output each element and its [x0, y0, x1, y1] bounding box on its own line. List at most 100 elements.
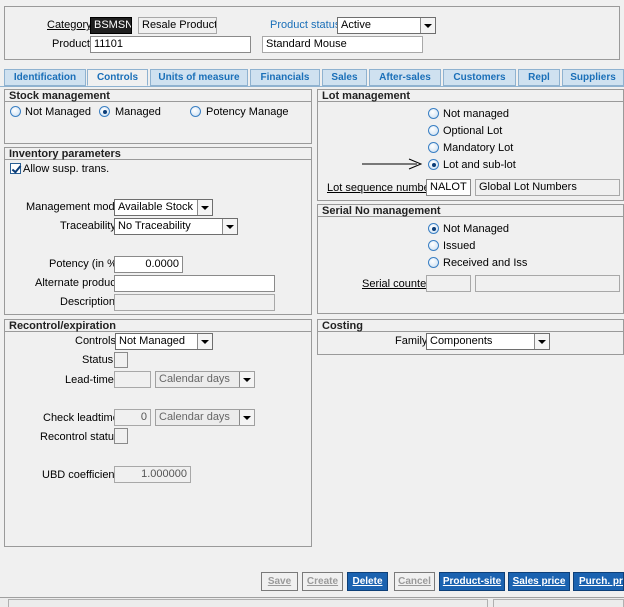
serial-received-label: Received and Iss [443, 257, 528, 269]
recontrol-status-box [114, 428, 128, 444]
stock-not-managed-label: Not Managed [25, 106, 92, 118]
stock-managed-radio[interactable] [99, 106, 110, 117]
create-button[interactable]: Create [302, 572, 343, 591]
stock-potency-label: Potency Manage [206, 106, 289, 118]
serial-issued-label: Issued [443, 240, 476, 252]
lot-not-managed-label: Not managed [443, 108, 510, 120]
potency-field[interactable]: 0.0000 [114, 256, 183, 273]
category-name-field: Resale Product [138, 17, 217, 34]
check-leadtime-unit-value: Calendar days [159, 411, 230, 423]
tab-suppliers[interactable]: Suppliers [562, 69, 624, 86]
description-label: Description [60, 296, 116, 308]
controls-label: Controls [75, 335, 116, 347]
chevron-down-icon[interactable] [534, 334, 549, 349]
tab-identification[interactable]: Identification [4, 69, 86, 86]
lot-and-sublot-radio[interactable] [428, 159, 439, 170]
family-label: Family [395, 335, 428, 347]
stock-management-title: Stock management [5, 90, 311, 102]
product-status-label: Product status [270, 19, 341, 31]
lead-time-unit-select[interactable]: Calendar days [155, 371, 255, 388]
product-name-field: Standard Mouse [262, 36, 423, 53]
arrow-right-icon [362, 158, 423, 170]
family-select[interactable]: Components [426, 333, 550, 350]
recontrol-expiration-title: Recontrol/expiration [5, 320, 311, 332]
serial-management-title: Serial No management [318, 205, 623, 217]
check-leadtime-field: 0 [114, 409, 151, 426]
cancel-button[interactable]: Cancel [394, 572, 435, 591]
alternate-product-field[interactable] [114, 275, 275, 292]
stock-potency-radio[interactable] [190, 106, 201, 117]
allow-susp-trans-label: Allow susp. trans. [23, 163, 110, 175]
serial-counter-label[interactable]: Serial counter [362, 277, 430, 291]
category-code-field[interactable]: BSMSN [90, 17, 132, 34]
management-mode-select[interactable]: Available Stock [114, 199, 213, 216]
status-label: Status [82, 354, 114, 366]
chevron-down-icon[interactable] [222, 219, 237, 234]
tab-sales[interactable]: Sales [322, 69, 367, 86]
lead-time-unit-value: Calendar days [159, 373, 230, 385]
tab-repl[interactable]: Repl [518, 69, 560, 86]
controls-value: Not Managed [119, 335, 186, 347]
chevron-down-icon[interactable] [239, 372, 254, 387]
lot-sequence-name-field: Global Lot Numbers [475, 179, 620, 196]
serial-issued-radio[interactable] [428, 240, 439, 251]
tab-after-sales[interactable]: After-sales [369, 69, 441, 86]
stock-managed-label: Managed [115, 106, 161, 118]
management-mode-label: Management mode [26, 201, 121, 213]
tab-customers[interactable]: Customers [443, 69, 516, 86]
lot-management-title: Lot management [318, 90, 623, 102]
serial-counter-name-field [475, 275, 620, 292]
product-status-value: Active [341, 19, 371, 31]
lead-time-label: Lead-time [65, 374, 114, 386]
serial-not-managed-label: Not Managed [443, 223, 510, 235]
description-field [114, 294, 275, 311]
chevron-down-icon[interactable] [420, 18, 435, 33]
controls-select[interactable]: Not Managed [115, 333, 213, 350]
lot-not-managed-radio[interactable] [428, 108, 439, 119]
lot-optional-radio[interactable] [428, 125, 439, 136]
chevron-down-icon[interactable] [197, 334, 212, 349]
product-site-button[interactable]: Product-site [439, 572, 505, 591]
serial-not-managed-radio[interactable] [428, 223, 439, 234]
product-label: Product [52, 38, 90, 50]
inventory-parameters-title: Inventory parameters [5, 148, 311, 160]
traceability-label: Traceability [60, 220, 116, 232]
lot-optional-label: Optional Lot [443, 125, 503, 137]
traceability-value: No Traceability [118, 220, 191, 232]
tab-controls[interactable]: Controls [87, 69, 148, 86]
serial-received-radio[interactable] [428, 257, 439, 268]
recontrol-status-label: Recontrol status [40, 431, 120, 443]
allow-susp-trans-checkbox[interactable] [10, 163, 21, 174]
delete-button[interactable]: Delete [347, 572, 388, 591]
lot-sequence-code-field[interactable]: NALOT [426, 179, 471, 196]
save-button[interactable]: Save [261, 572, 298, 591]
traceability-select[interactable]: No Traceability [114, 218, 238, 235]
lot-mandatory-radio[interactable] [428, 142, 439, 153]
status-bar-pane [493, 599, 624, 607]
chevron-down-icon[interactable] [197, 200, 212, 215]
tab-bar-line [0, 86, 624, 87]
chevron-down-icon[interactable] [239, 410, 254, 425]
status-bar-pane [8, 599, 488, 607]
product-code-field[interactable]: 11101 [90, 36, 251, 53]
check-leadtime-label: Check leadtime [43, 412, 119, 424]
lead-time-field [114, 371, 151, 388]
lot-sequence-label[interactable]: Lot sequence number [327, 181, 433, 195]
tab-financials[interactable]: Financials [250, 69, 320, 86]
product-status-select[interactable]: Active [337, 17, 436, 34]
serial-counter-code-field [426, 275, 471, 292]
costing-title: Costing [318, 320, 623, 332]
lot-mandatory-label: Mandatory Lot [443, 142, 514, 154]
lot-and-sublot-label: Lot and sub-lot [443, 159, 516, 171]
check-leadtime-unit-select[interactable]: Calendar days [155, 409, 255, 426]
ubd-coefficient-field: 1.000000 [114, 466, 191, 483]
management-mode-value: Available Stock [118, 201, 194, 213]
category-label[interactable]: Category [47, 18, 92, 32]
purchase-price-button[interactable]: Purch. pric [573, 572, 624, 591]
alternate-product-label: Alternate product [35, 277, 119, 289]
sales-price-button[interactable]: Sales price [508, 572, 570, 591]
family-value: Components [430, 335, 493, 347]
ubd-coefficient-label: UBD coefficient [42, 469, 118, 481]
tab-units-of-measure[interactable]: Units of measure [150, 69, 248, 86]
stock-not-managed-radio[interactable] [10, 106, 21, 117]
